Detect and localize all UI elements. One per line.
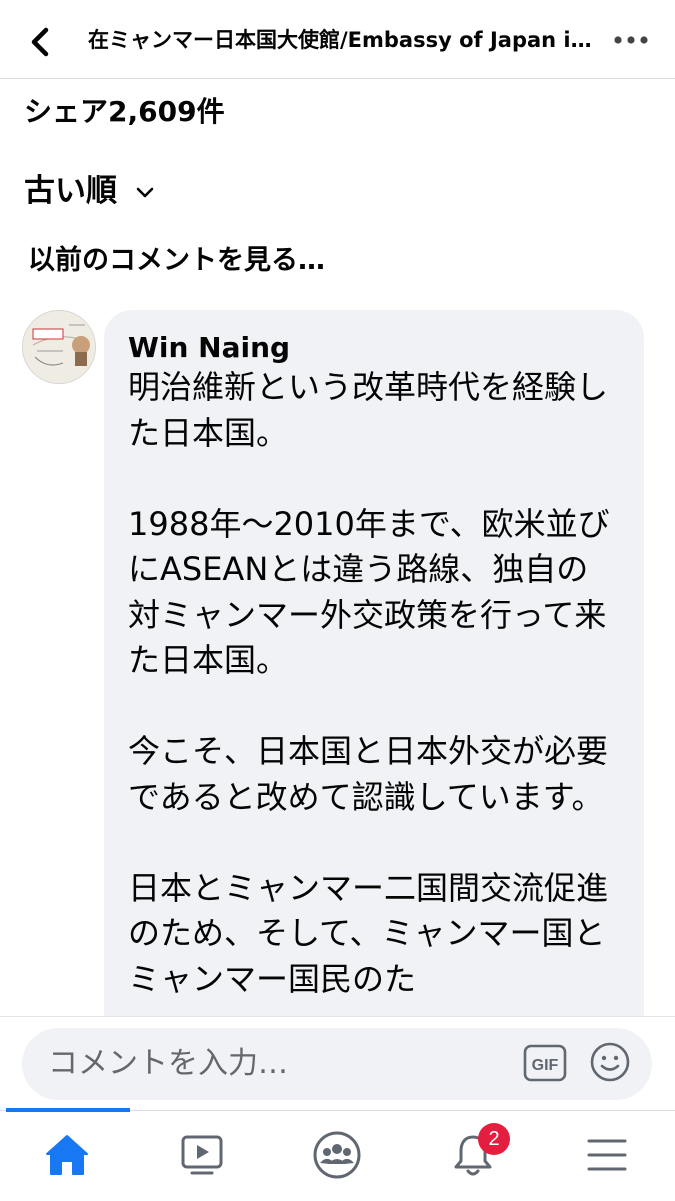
comment-text: 明治維新という改革時代を経験した日本国。 1988年～2010年まで、欧米並びに…: [128, 365, 618, 1002]
tab-video[interactable]: [175, 1128, 229, 1182]
page-title: 在ミャンマー日本国大使館/Embassy of Japan in Myanmar: [88, 28, 593, 52]
tab-groups[interactable]: [310, 1128, 364, 1182]
notification-badge: 2: [478, 1123, 510, 1155]
chevron-left-icon: [31, 27, 49, 57]
comment-input-placeholder[interactable]: コメントを入力…: [48, 1044, 288, 1084]
share-count[interactable]: シェア2,609件: [24, 90, 225, 134]
emoji-button[interactable]: [588, 1040, 632, 1084]
view-previous-comments-link[interactable]: 以前のコメントを見る…: [28, 240, 325, 282]
video-icon: [181, 1135, 223, 1175]
home-icon: [46, 1135, 88, 1175]
comment-author[interactable]: Win Naing: [128, 328, 290, 368]
sort-label: 古い順: [24, 173, 117, 209]
comment-paragraph: 日本とミャンマー二国間交流促進のため、そして、ミャンマー国とミャンマー国民のた: [128, 868, 609, 998]
emoji-smile-icon: [590, 1042, 630, 1082]
gif-button[interactable]: GIF: [522, 1042, 568, 1084]
chevron-down-icon: [136, 187, 154, 198]
gif-icon: GIF: [523, 1044, 567, 1082]
back-button[interactable]: [22, 22, 62, 62]
tab-menu[interactable]: [580, 1128, 634, 1182]
avatar[interactable]: [22, 310, 96, 384]
more-options-button[interactable]: [612, 28, 652, 52]
more-horizontal-icon: [614, 36, 648, 44]
comment-paragraph: 明治維新という改革時代を経験した日本国。: [128, 368, 609, 452]
comment-paragraph: 1988年～2010年まで、欧米並びにASEANとは違う路線、独自の対ミャンマー…: [128, 504, 610, 680]
menu-icon: [587, 1139, 627, 1171]
sort-dropdown[interactable]: 古い順: [24, 168, 155, 214]
active-tab-indicator: [6, 1108, 130, 1112]
comment-paragraph: 今こそ、日本国と日本外交が必要であると改めて認識しています。: [128, 732, 609, 816]
top-nav-bar: 在ミャンマー日本国大使館/Embassy of Japan in Myanmar: [0, 0, 675, 79]
tab-home[interactable]: [40, 1128, 94, 1182]
groups-icon: [313, 1131, 361, 1179]
gif-label: GIF: [532, 1057, 559, 1074]
profile-avatar: [23, 311, 95, 383]
